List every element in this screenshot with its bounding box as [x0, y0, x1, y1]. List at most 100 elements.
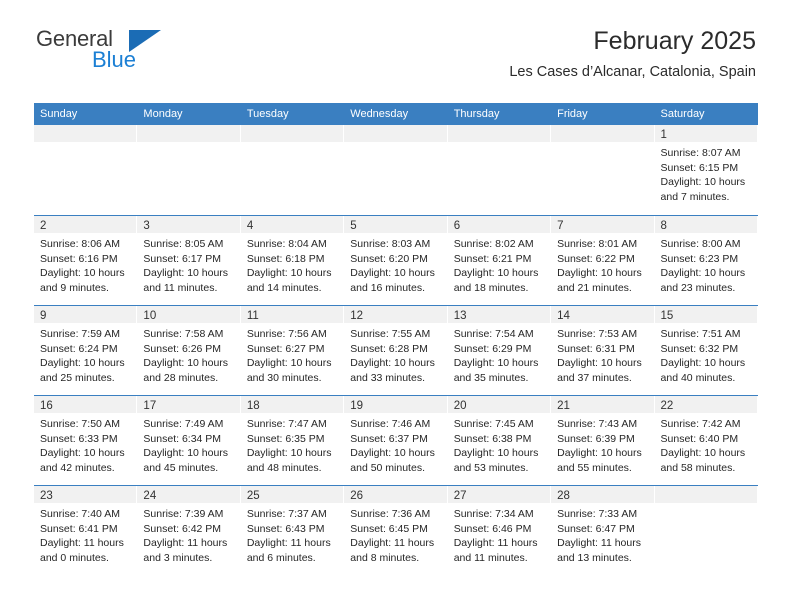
- day-number-band: [240, 125, 344, 142]
- page-header: General Blue February 2025 Les Cases d’A…: [0, 0, 792, 100]
- day-sun-info: Sunrise: 8:06 AM Sunset: 6:16 PM Daylight:…: [34, 233, 136, 295]
- day-number: 9: [40, 310, 47, 322]
- calendar-day-cell-empty: [137, 125, 241, 215]
- calendar-day-cell[interactable]: 3 Sunrise: 8:05 AM Sunset: 6:17 PM Daylight…: [137, 216, 241, 305]
- day-number-band: 26: [344, 486, 447, 503]
- sunset-text: Sunset: 6:46 PM: [453, 522, 532, 535]
- day-number: 6: [453, 220, 461, 232]
- calendar-day-cell[interactable]: 13 Sunrise: 7:54 AM Sunset: 6:29 PM Dayligh…: [447, 306, 552, 395]
- day-number-band: 16: [34, 396, 137, 413]
- daylight-text-line2: and 3 minutes.: [143, 551, 213, 564]
- calendar-day-cell[interactable]: 25 Sunrise: 7:37 AM Sunset: 6:43 PM Dayligh…: [240, 486, 345, 575]
- daylight-text-line1: Daylight: 11 hours: [143, 537, 228, 549]
- day-number: 8: [660, 220, 667, 232]
- calendar-day-cell[interactable]: 24 Sunrise: 7:39 AM Sunset: 6:42 PM Dayligh…: [137, 486, 241, 575]
- day-number-band: 19: [344, 396, 447, 413]
- calendar-day-cell[interactable]: 17 Sunrise: 7:49 AM Sunset: 6:34 PM Dayligh…: [137, 396, 241, 485]
- calendar-week-row: 16 Sunrise: 7:50 AM Sunset: 6:33 PM Dayligh…: [34, 395, 758, 485]
- day-sun-info: Sunrise: 7:51 AM Sunset: 6:32 PM Daylight:…: [655, 323, 757, 385]
- weekday-header-monday: Monday: [143, 108, 183, 120]
- day-number: 12: [350, 310, 364, 322]
- sunset-text: Sunset: 6:35 PM: [246, 432, 325, 445]
- sunset-text: Sunset: 6:38 PM: [453, 432, 532, 445]
- calendar-day-cell[interactable]: 5 Sunrise: 8:03 AM Sunset: 6:20 PM Daylight…: [344, 216, 448, 305]
- day-number: 3: [143, 220, 150, 232]
- sunset-text: Sunset: 6:24 PM: [40, 342, 118, 355]
- daylight-text-line2: and 8 minutes.: [350, 551, 420, 564]
- calendar-day-cell[interactable]: 16 Sunrise: 7:50 AM Sunset: 6:33 PM Dayligh…: [34, 396, 138, 485]
- daylight-text-line1: Daylight: 10 hours: [246, 357, 332, 369]
- day-number-band: [137, 125, 240, 142]
- weekday-header-saturday: Saturday: [660, 108, 705, 120]
- day-sun-info: Sunrise: 7:46 AM Sunset: 6:37 PM Daylight:…: [344, 413, 446, 475]
- day-number-band: [34, 125, 137, 142]
- general-blue-logo[interactable]: General Blue: [34, 26, 214, 78]
- sunrise-text: Sunrise: 7:40 AM: [40, 508, 120, 520]
- calendar-day-cell[interactable]: 18 Sunrise: 7:47 AM Sunset: 6:35 PM Dayligh…: [240, 396, 345, 485]
- calendar-day-cell-empty: [654, 486, 758, 575]
- calendar-day-cell[interactable]: 26 Sunrise: 7:36 AM Sunset: 6:45 PM Dayligh…: [344, 486, 448, 575]
- day-number-band: 2: [34, 216, 137, 233]
- day-number: 22: [660, 400, 674, 412]
- daylight-text-line1: Daylight: 10 hours: [660, 447, 746, 459]
- sunset-text: Sunset: 6:37 PM: [350, 432, 428, 445]
- daylight-text-line2: and 35 minutes.: [453, 371, 529, 384]
- calendar-day-cell[interactable]: 11 Sunrise: 7:56 AM Sunset: 6:27 PM Dayligh…: [240, 306, 345, 395]
- day-number: 26: [350, 490, 364, 502]
- daylight-text-line1: Daylight: 11 hours: [246, 537, 331, 549]
- sunset-text: Sunset: 6:21 PM: [453, 252, 532, 265]
- calendar-day-cell[interactable]: 10 Sunrise: 7:58 AM Sunset: 6:26 PM Dayligh…: [137, 306, 241, 395]
- day-sun-info: Sunrise: 7:36 AM Sunset: 6:45 PM Daylight:…: [344, 503, 446, 565]
- day-number-band: 24: [137, 486, 240, 503]
- calendar-day-cell-empty: [447, 125, 552, 215]
- daylight-text-line2: and 13 minutes.: [557, 551, 632, 564]
- calendar-day-cell[interactable]: 7 Sunrise: 8:01 AM Sunset: 6:22 PM Daylight…: [551, 216, 655, 305]
- day-sun-info: Sunrise: 7:50 AM Sunset: 6:33 PM Daylight:…: [34, 413, 136, 475]
- day-number: 17: [143, 400, 157, 412]
- sunset-text: Sunset: 6:16 PM: [40, 252, 118, 265]
- calendar-day-cell[interactable]: 6 Sunrise: 8:02 AM Sunset: 6:21 PM Daylight…: [447, 216, 552, 305]
- calendar-day-cell[interactable]: 22 Sunrise: 7:42 AM Sunset: 6:40 PM Dayligh…: [654, 396, 758, 485]
- calendar-day-cell[interactable]: 9 Sunrise: 7:59 AM Sunset: 6:24 PM Daylight…: [34, 306, 138, 395]
- calendar-day-cell[interactable]: 23 Sunrise: 7:40 AM Sunset: 6:41 PM Dayligh…: [34, 486, 138, 575]
- daylight-text-line1: Daylight: 10 hours: [246, 447, 332, 459]
- calendar-day-cell[interactable]: 28 Sunrise: 7:33 AM Sunset: 6:47 PM Dayligh…: [551, 486, 655, 575]
- day-sun-info: Sunrise: 7:33 AM Sunset: 6:47 PM Daylight:…: [551, 503, 653, 565]
- sunrise-text: Sunrise: 7:51 AM: [660, 328, 741, 340]
- day-sun-info: Sunrise: 8:04 AM Sunset: 6:18 PM Daylight:…: [241, 233, 343, 295]
- calendar-day-cell[interactable]: 12 Sunrise: 7:55 AM Sunset: 6:28 PM Dayligh…: [344, 306, 448, 395]
- day-number: 13: [453, 310, 467, 322]
- calendar-day-cell[interactable]: 20 Sunrise: 7:45 AM Sunset: 6:38 PM Dayligh…: [447, 396, 552, 485]
- calendar-day-cell[interactable]: 19 Sunrise: 7:46 AM Sunset: 6:37 PM Dayligh…: [344, 396, 448, 485]
- day-number: 1: [660, 129, 667, 141]
- sunrise-text: Sunrise: 7:46 AM: [350, 418, 431, 430]
- sunrise-text: Sunrise: 7:39 AM: [143, 508, 224, 520]
- calendar-day-cell[interactable]: 27 Sunrise: 7:34 AM Sunset: 6:46 PM Dayligh…: [447, 486, 552, 575]
- daylight-text-line2: and 30 minutes.: [246, 371, 322, 384]
- calendar-day-cell[interactable]: 8 Sunrise: 8:00 AM Sunset: 6:23 PM Daylight…: [654, 216, 758, 305]
- day-number: 18: [246, 400, 260, 412]
- sunset-text: Sunset: 6:18 PM: [246, 252, 325, 265]
- day-number: 2: [40, 220, 47, 232]
- daylight-text-line2: and 50 minutes.: [350, 461, 425, 474]
- day-number-band: 18: [240, 396, 344, 413]
- sunrise-text: Sunrise: 7:56 AM: [246, 328, 327, 340]
- daylight-text-line1: Daylight: 10 hours: [660, 357, 746, 369]
- day-sun-info: Sunrise: 8:02 AM Sunset: 6:21 PM Daylight:…: [448, 233, 550, 295]
- day-number-band: 3: [137, 216, 240, 233]
- daylight-text-line2: and 55 minutes.: [557, 461, 632, 474]
- calendar-day-cell[interactable]: 1 Sunrise: 8:07 AM Sunset: 6:15 PM Daylight…: [654, 125, 758, 215]
- day-number: 7: [557, 220, 564, 232]
- calendar-day-cell[interactable]: 15 Sunrise: 7:51 AM Sunset: 6:32 PM Dayligh…: [654, 306, 758, 395]
- calendar-day-cell[interactable]: 14 Sunrise: 7:53 AM Sunset: 6:31 PM Dayligh…: [551, 306, 655, 395]
- calendar-day-cell[interactable]: 2 Sunrise: 8:06 AM Sunset: 6:16 PM Daylight…: [34, 216, 138, 305]
- day-sun-info: Sunrise: 7:54 AM Sunset: 6:29 PM Daylight:…: [448, 323, 550, 385]
- sunrise-text: Sunrise: 7:55 AM: [350, 328, 431, 340]
- calendar-day-cell[interactable]: 21 Sunrise: 7:43 AM Sunset: 6:39 PM Dayligh…: [551, 396, 655, 485]
- daylight-text-line2: and 48 minutes.: [246, 461, 322, 474]
- sunrise-text: Sunrise: 7:37 AM: [246, 508, 327, 520]
- calendar-page: General Blue February 2025 Les Cases d’A…: [0, 0, 792, 612]
- day-number: 11: [246, 310, 259, 322]
- calendar-day-cell[interactable]: 4 Sunrise: 8:04 AM Sunset: 6:18 PM Daylight…: [240, 216, 345, 305]
- day-sun-info: Sunrise: 7:39 AM Sunset: 6:42 PM Daylight:…: [137, 503, 239, 565]
